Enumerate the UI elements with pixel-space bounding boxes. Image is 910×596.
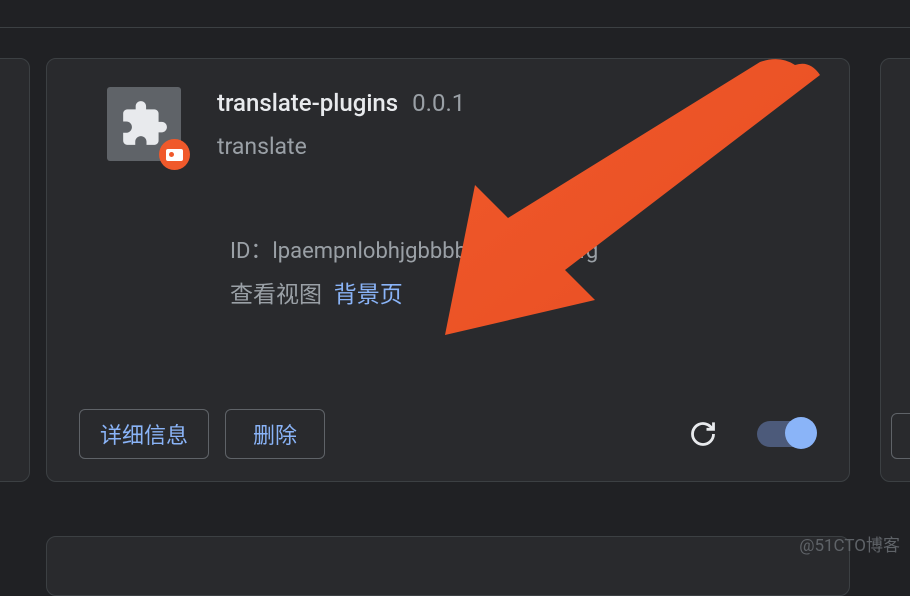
partial-button[interactable]	[891, 413, 910, 459]
extension-card-header: translate-plugins 0.0.1 translate	[75, 87, 821, 161]
extension-card: translate-plugins 0.0.1 translate ID：lpa…	[46, 58, 850, 482]
watermark: @51CTO博客	[799, 531, 900, 556]
extension-card-body: ID：lpaempnlobhjgbbbbbgjpbijeakefg 查看视图 背…	[75, 233, 821, 309]
extension-header-text: translate-plugins 0.0.1 translate	[217, 87, 465, 160]
extension-card-partial-bottom	[46, 536, 850, 596]
extension-card-footer: 详细信息 删除	[75, 389, 821, 459]
extension-description: translate	[217, 133, 465, 160]
reload-icon	[689, 420, 717, 448]
reload-button[interactable]	[681, 412, 725, 456]
extension-icon-wrapper	[107, 87, 181, 161]
extension-id-row: ID：lpaempnlobhjgbbbbbgjpbijeakefg	[230, 233, 821, 265]
extension-name: translate-plugins	[217, 89, 398, 117]
extension-card-partial-left	[0, 58, 30, 482]
top-divider	[0, 27, 910, 28]
extension-views-row: 查看视图 背景页	[230, 275, 821, 309]
extension-title-row: translate-plugins 0.0.1	[217, 89, 465, 117]
remove-button[interactable]: 删除	[225, 409, 325, 459]
extension-id-label: ID：	[230, 239, 272, 264]
extension-id-value: lpaempnlobhjgbbbbbgjpbijeakefg	[272, 239, 598, 264]
background-page-link[interactable]: 背景页	[334, 281, 403, 308]
extension-version: 0.0.1	[412, 89, 465, 117]
enable-toggle[interactable]	[757, 421, 815, 447]
puzzle-piece-icon	[119, 99, 169, 149]
toggle-knob	[785, 417, 817, 449]
details-button[interactable]: 详细信息	[79, 409, 209, 459]
extension-card-partial-right	[880, 58, 910, 482]
dev-mode-badge-icon	[159, 139, 190, 170]
extension-views-label: 查看视图	[230, 281, 322, 308]
